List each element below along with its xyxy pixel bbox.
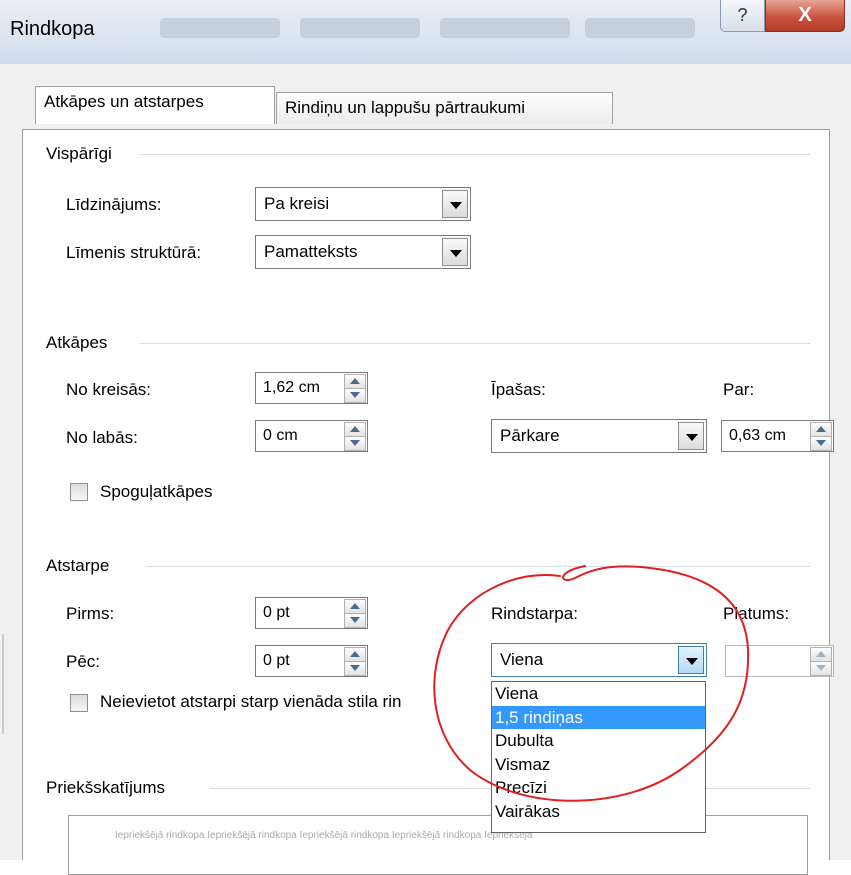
chevron-down-icon[interactable] xyxy=(442,190,468,218)
special-indent-value: Pārkare xyxy=(500,426,560,445)
indent-left-value: 1,62 cm xyxy=(263,379,320,396)
spin-up-icon[interactable] xyxy=(344,599,366,614)
chevron-down-icon[interactable] xyxy=(678,422,704,450)
space-after-label: Pēc: xyxy=(66,652,101,671)
line-spacing-label: Rindstarpa: xyxy=(491,604,578,623)
spin-down-icon[interactable] xyxy=(344,388,366,403)
spin-up-icon[interactable] xyxy=(810,422,832,437)
spin-down-icon[interactable] xyxy=(344,436,366,451)
outline-level-label: Līmenis struktūrā: xyxy=(66,243,202,262)
spin-down-icon[interactable] xyxy=(810,661,832,676)
spin-up-icon[interactable] xyxy=(344,422,366,437)
spin-up-icon[interactable] xyxy=(344,647,366,662)
line-spacing-dropdown-list: Viena 1,5 rindiņas Dubulta Vismaz Precīz… xyxy=(491,681,706,833)
dropdown-option-exactly[interactable]: Precīzi xyxy=(492,776,705,800)
close-button[interactable]: X xyxy=(765,0,845,32)
space-before-spinner[interactable]: 0 pt xyxy=(255,597,368,629)
alignment-label: Līdzinājums: xyxy=(66,195,162,214)
tab-line-and-page-breaks-label: Rindiņu un lappušu pārtraukumi xyxy=(285,98,526,117)
spacing-group-divider xyxy=(146,566,810,567)
alignment-select[interactable]: Pa kreisi xyxy=(255,187,471,221)
special-indent-select[interactable]: Pārkare xyxy=(491,419,707,453)
outline-level-value: Pamatteksts xyxy=(264,242,358,261)
mirror-indents-checkbox[interactable] xyxy=(70,483,88,501)
line-spacing-select[interactable]: Viena xyxy=(491,643,707,677)
blurred-background-decoration xyxy=(300,18,420,38)
indent-left-label: No kreisās: xyxy=(66,380,152,399)
indent-right-spinner[interactable]: 0 cm xyxy=(255,420,368,452)
spin-down-icon[interactable] xyxy=(810,436,832,451)
general-group-divider xyxy=(140,154,810,155)
no-space-same-style-checkbox[interactable] xyxy=(70,694,88,712)
space-before-label: Pirms: xyxy=(66,604,115,623)
tab-line-and-page-breaks[interactable]: Rindiņu un lappušu pārtraukumi xyxy=(276,92,613,124)
indent-group-label: Atkāpes xyxy=(46,333,108,352)
preview-group-label: Priekšskatījums xyxy=(46,778,166,797)
blurred-background-decoration xyxy=(585,18,695,38)
help-button[interactable]: ? xyxy=(720,0,765,32)
spin-up-icon[interactable] xyxy=(810,647,832,662)
blurred-background-decoration xyxy=(440,18,570,38)
dropdown-option-single[interactable]: Viena xyxy=(492,682,705,706)
indent-right-value: 0 cm xyxy=(263,427,298,444)
dropdown-option-double[interactable]: Dubulta xyxy=(492,729,705,753)
spacing-at-spinner[interactable] xyxy=(725,645,834,677)
spin-down-icon[interactable] xyxy=(344,661,366,676)
no-space-same-style-label: Neievietot atstarpi starp vienāda stila … xyxy=(100,692,402,711)
tab-indents-and-spacing[interactable]: Atkāpes un atstarpes xyxy=(35,86,275,124)
alignment-value: Pa kreisi xyxy=(264,194,330,213)
title-bar: Rindkopa ? X xyxy=(0,0,851,64)
blurred-background-decoration xyxy=(160,18,280,38)
spin-up-icon[interactable] xyxy=(344,374,366,389)
space-before-value: 0 pt xyxy=(263,604,290,621)
line-spacing-value: Viena xyxy=(500,650,544,669)
indent-group-divider xyxy=(140,343,810,344)
chevron-down-icon[interactable] xyxy=(442,238,468,266)
dropdown-option-multiple[interactable]: Vairākas xyxy=(492,800,705,824)
spin-down-icon[interactable] xyxy=(344,613,366,628)
spacing-group-label: Atstarpe xyxy=(46,556,110,575)
general-group-label: Vispārīgi xyxy=(46,144,112,163)
indent-right-label: No labās: xyxy=(66,428,138,447)
dialog-left-edge xyxy=(0,64,6,860)
special-indent-label: Īpašas: xyxy=(491,380,546,399)
indent-by-value: 0,63 cm xyxy=(729,427,786,444)
indent-by-spinner[interactable]: 0,63 cm xyxy=(721,420,834,452)
spacing-at-label: Platums: xyxy=(723,604,790,623)
dropdown-option-1-5-lines[interactable]: 1,5 rindiņas xyxy=(492,705,705,729)
indent-by-label: Par: xyxy=(723,380,755,399)
space-after-value: 0 pt xyxy=(263,652,290,669)
chevron-down-icon[interactable] xyxy=(678,646,704,674)
outline-level-select[interactable]: Pamatteksts xyxy=(255,235,471,269)
mirror-indents-label: Spoguļatkāpes xyxy=(100,482,213,501)
indent-left-spinner[interactable]: 1,62 cm xyxy=(255,372,368,404)
tab-indents-and-spacing-label: Atkāpes un atstarpes xyxy=(44,92,204,111)
preview-text: Iepriekšējā rindkopa Iepriekšējā rindkop… xyxy=(115,830,533,841)
space-after-spinner[interactable]: 0 pt xyxy=(255,645,368,677)
window-title: Rindkopa xyxy=(10,18,95,40)
dropdown-option-at-least[interactable]: Vismaz xyxy=(492,753,705,777)
